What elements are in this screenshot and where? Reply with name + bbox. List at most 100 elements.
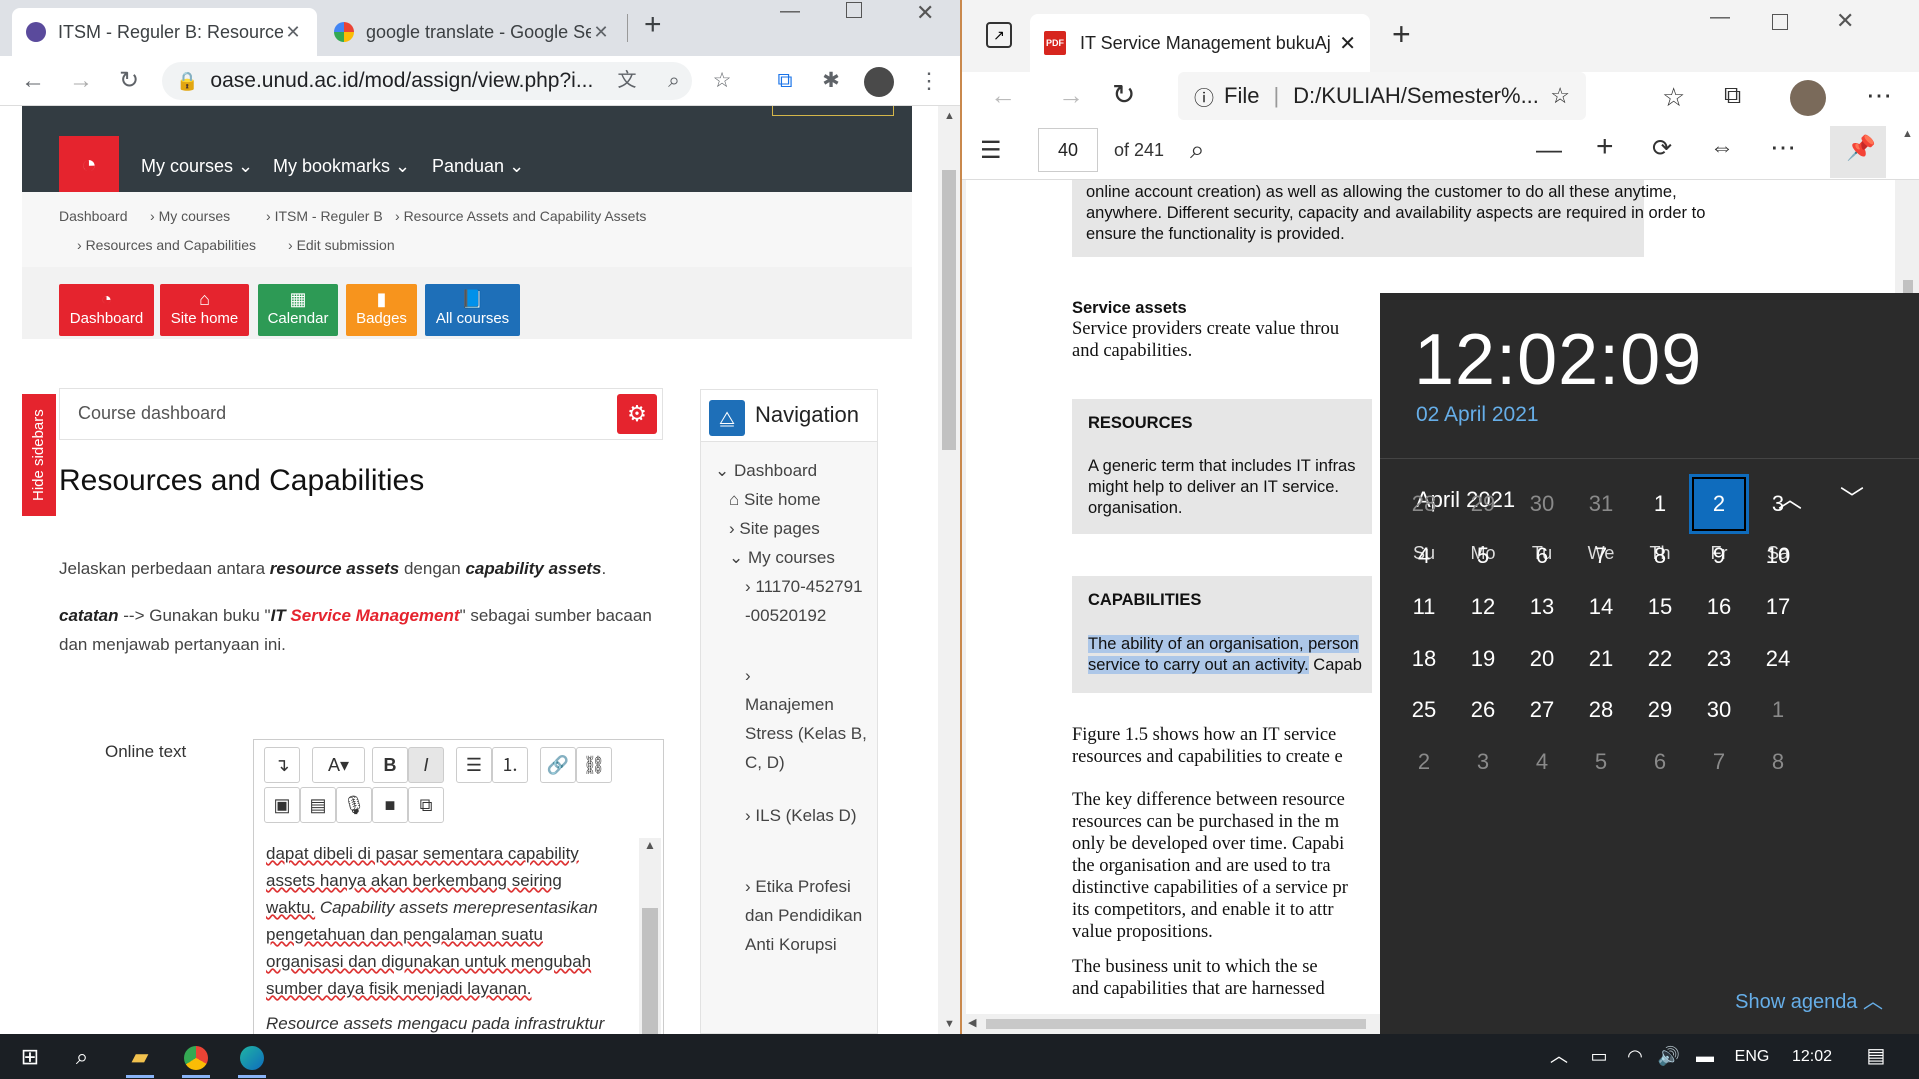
link-icon[interactable]: 🔗 — [540, 747, 576, 783]
back-icon[interactable]: ← — [990, 80, 1016, 111]
nav-course-item[interactable]: › ILS (Kelas D) — [745, 801, 870, 830]
hide-sidebars-button[interactable]: Hide sidebars — [22, 394, 56, 516]
image-icon[interactable]: ▣ — [264, 787, 300, 823]
tab-itsm[interactable]: ITSM - Reguler B: Resources and ✕ — [12, 8, 317, 56]
microphone-icon[interactable]: 🎙 — [336, 787, 372, 823]
quick-calendar-button[interactable]: ▦ Calendar — [258, 284, 338, 336]
italic-icon[interactable]: I — [408, 747, 444, 783]
breadcrumb-assignment[interactable]: › Resources and Capabilities — [77, 237, 256, 253]
edge-taskbar-icon[interactable] — [232, 1034, 272, 1079]
wifi-icon[interactable]: ◠ — [1620, 1034, 1650, 1079]
nav-item-site-pages[interactable]: › Site pages — [729, 514, 820, 543]
maximize-icon[interactable] — [1772, 14, 1788, 30]
breadcrumb-course[interactable]: › ITSM - Reguler B — [266, 208, 383, 224]
language-indicator[interactable]: ENG — [1730, 1034, 1774, 1079]
extensions-icon[interactable]: ✱ — [816, 56, 846, 106]
windows-start-icon[interactable]: ⊞ — [10, 1034, 50, 1079]
forward-icon[interactable]: → — [1058, 80, 1084, 111]
volume-icon[interactable]: 🔊 — [1654, 1034, 1684, 1079]
minimize-icon[interactable]: — — [1710, 6, 1730, 29]
translate-icon[interactable]: 文 — [612, 56, 642, 106]
reload-icon[interactable]: ↻ — [1112, 78, 1135, 111]
zoom-out-icon[interactable]: — — [1536, 134, 1562, 165]
quick-all-courses-button[interactable]: 📘 All courses — [425, 284, 520, 336]
editor-scrollbar[interactable]: ▲ — [639, 838, 661, 1034]
breadcrumb-section[interactable]: › Resource Assets and Capability Assets — [395, 208, 646, 224]
clock-date[interactable]: 02 April 2021 — [1416, 403, 1539, 427]
nav-item-my-courses[interactable]: ⌄ My courses — [729, 543, 835, 572]
toolbar-toggle-icon[interactable]: ↴ — [264, 747, 300, 783]
close-icon[interactable]: ✕ — [283, 22, 303, 43]
online-text-editor[interactable]: ↴ A▾ B I ☰ ⒈ 🔗 ⛓ ▣ ▤ 🎙 ■ ⧉ dapat dibeli … — [253, 739, 664, 1034]
window-close-icon[interactable]: ✕ — [1836, 8, 1854, 34]
minimize-icon[interactable]: — — [780, 0, 800, 23]
bold-icon[interactable]: B — [372, 747, 408, 783]
nav-item-dashboard[interactable]: ⌄ Dashboard — [715, 456, 817, 485]
extension-sync-icon[interactable]: ⧉ — [770, 56, 800, 106]
file-explorer-icon[interactable]: ▰ — [120, 1034, 160, 1079]
nav-my-courses[interactable]: My courses ⌄ — [141, 156, 253, 177]
tab-google-translate[interactable]: google translate - Google Searc ✕ — [320, 8, 625, 56]
new-tab-icon[interactable]: + — [1392, 16, 1411, 53]
page-scrollbar-thumb[interactable] — [942, 170, 956, 450]
calendar-day[interactable]: 8 — [1748, 732, 1808, 792]
manage-files-icon[interactable]: ⧉ — [408, 787, 444, 823]
profile-avatar[interactable] — [1790, 80, 1826, 116]
new-tab-icon[interactable]: + — [644, 8, 662, 42]
device-icon[interactable]: ▭ — [1584, 1034, 1614, 1079]
breadcrumb-my-courses[interactable]: › My courses — [150, 208, 230, 224]
close-icon[interactable]: ✕ — [1339, 31, 1356, 56]
reload-icon[interactable]: ↻ — [114, 56, 144, 106]
numbered-list-icon[interactable]: ⒈ — [492, 747, 528, 783]
tab-actions-icon[interactable]: ↗ — [986, 22, 1012, 48]
quick-badges-button[interactable]: ▮ Badges — [346, 284, 417, 336]
menu-dots-icon[interactable]: ⋯ — [1866, 80, 1892, 111]
bookmark-star-icon[interactable]: ☆ — [707, 56, 737, 106]
notifications-icon[interactable]: ▤ — [1856, 1034, 1896, 1079]
pdf-selected-text[interactable]: The ability of an organisation, person s… — [1088, 634, 1362, 676]
pin-toolbar-button[interactable]: 📌 — [1830, 126, 1886, 178]
nav-course-item[interactable]: › 11170-452791-00520192 — [745, 572, 865, 630]
editor-content[interactable]: dapat dibeli di pasar sementara capabili… — [266, 840, 636, 1034]
rotate-icon[interactable]: ⟳ — [1652, 134, 1672, 163]
nav-course-item[interactable]: › Etika Profesi dan Pendidikan Anti Koru… — [745, 872, 870, 959]
calendar-day[interactable]: 4 — [1512, 732, 1572, 792]
tab-pdf[interactable]: PDF IT Service Management bukuAjar ✕ — [1030, 14, 1370, 72]
zoom-in-icon[interactable]: + — [1596, 130, 1614, 164]
contents-icon[interactable]: ☰ — [980, 136, 1002, 165]
chevron-down-icon[interactable]: ﹀ — [1840, 479, 1864, 514]
nav-course-item[interactable]: › Manajemen Stress (Kelas B, C, D) — [745, 661, 870, 777]
favorites-icon[interactable]: ☆ — [1662, 82, 1685, 113]
battery-icon[interactable]: ▬ — [1690, 1034, 1720, 1079]
calendar-day[interactable]: 5 — [1571, 732, 1631, 792]
bullet-list-icon[interactable]: ☰ — [456, 747, 492, 783]
page-number-input[interactable]: 40 — [1038, 128, 1098, 172]
close-icon[interactable]: ✕ — [591, 22, 611, 43]
taskbar-clock[interactable]: 12:02 — [1784, 1034, 1840, 1079]
video-icon[interactable]: ■ — [372, 787, 408, 823]
quick-site-home-button[interactable]: ⌂ Site home — [160, 284, 249, 336]
pdf-horizontal-scrollbar[interactable]: ◀ — [962, 1014, 1382, 1034]
calendar-day[interactable]: 7 — [1689, 732, 1749, 792]
unlink-icon[interactable]: ⛓ — [576, 747, 612, 783]
nav-item-site-home[interactable]: ⌂ Site home — [729, 485, 821, 514]
menu-dots-icon[interactable]: ⋮ — [914, 56, 944, 106]
forward-icon[interactable]: → — [66, 56, 96, 106]
font-style-icon[interactable]: A▾ — [312, 747, 365, 783]
nav-panduan[interactable]: Panduan ⌄ — [432, 156, 524, 177]
dashboard-gauge-icon[interactable]: ◔ — [59, 136, 119, 192]
more-options-icon[interactable]: ⋯ — [1770, 132, 1796, 163]
address-bar[interactable]: ⓘ File | D:/KULIAH/Semester%... ☆ — [1178, 72, 1586, 120]
chevron-up-icon[interactable]: ︿ — [1544, 1034, 1574, 1079]
search-icon[interactable]: ⌕ — [62, 1034, 102, 1079]
window-close-icon[interactable]: ✕ — [916, 0, 934, 26]
fit-page-icon[interactable]: ⇔ — [1710, 134, 1734, 162]
search-icon[interactable]: ⌕ — [1190, 134, 1205, 166]
chrome-taskbar-icon[interactable] — [176, 1034, 216, 1079]
breadcrumb-dashboard[interactable]: Dashboard — [59, 208, 128, 224]
add-favorite-icon[interactable]: ☆ — [1550, 83, 1570, 109]
media-icon[interactable]: ▤ — [300, 787, 336, 823]
calendar-day[interactable]: 3 — [1453, 732, 1513, 792]
nav-my-bookmarks[interactable]: My bookmarks ⌄ — [273, 156, 410, 177]
maximize-icon[interactable] — [846, 2, 862, 18]
